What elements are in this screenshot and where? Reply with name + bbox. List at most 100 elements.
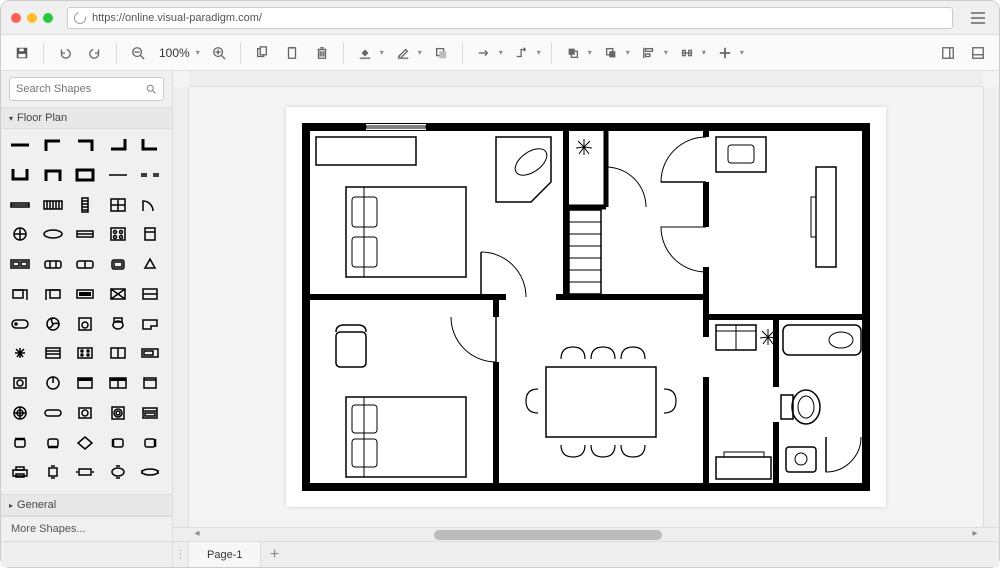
shape-stairs-v[interactable] (72, 195, 98, 215)
window-maximize-dot[interactable] (43, 13, 53, 23)
scroll-right-button[interactable]: ▸ (967, 528, 983, 541)
window-close-dot[interactable] (11, 13, 21, 23)
category-general[interactable]: ▸General (1, 494, 172, 516)
waypoint-button[interactable] (509, 40, 535, 66)
shape-door-arc[interactable] (137, 195, 163, 215)
shape-sink-round[interactable] (72, 403, 98, 423)
shape-plant[interactable] (7, 343, 33, 363)
shape-fan[interactable] (40, 314, 66, 334)
address-bar[interactable]: https://online.visual-paradigm.com/ (67, 7, 953, 29)
canvas[interactable] (189, 87, 983, 527)
save-button[interactable] (9, 40, 35, 66)
line-dropdown-icon[interactable]: ▾ (418, 48, 424, 57)
search-field[interactable] (16, 83, 106, 95)
align-dropdown-icon[interactable]: ▾ (664, 48, 670, 57)
shape-table-oval[interactable] (40, 224, 66, 244)
shape-closet[interactable] (137, 373, 163, 393)
fill-color-button[interactable] (352, 40, 378, 66)
shape-wall-h[interactable] (7, 135, 33, 155)
zoom-out-button[interactable] (125, 40, 151, 66)
shape-chair-bottom[interactable] (40, 433, 66, 453)
shape-piano[interactable] (137, 314, 163, 334)
shape-armchair[interactable] (105, 254, 131, 274)
to-front-button[interactable] (560, 40, 586, 66)
zoom-dropdown-icon[interactable]: ▾ (196, 48, 202, 57)
back-dropdown-icon[interactable]: ▾ (626, 48, 632, 57)
more-shapes-link[interactable]: More Shapes... (1, 516, 172, 541)
paste-button[interactable] (279, 40, 305, 66)
shape-chair-top[interactable] (7, 433, 33, 453)
shape-chair-left[interactable] (105, 433, 131, 453)
shape-shelf[interactable] (137, 284, 163, 304)
copy-button[interactable] (249, 40, 275, 66)
shape-wall-corner-bl[interactable] (137, 135, 163, 155)
shape-wall-corner-tr[interactable] (105, 135, 131, 155)
waypoint-dropdown-icon[interactable]: ▾ (537, 48, 543, 57)
shape-washer[interactable] (72, 314, 98, 334)
shape-bathtub[interactable] (7, 314, 33, 334)
shape-wall-thin[interactable] (105, 165, 131, 185)
shape-microwave[interactable] (137, 343, 163, 363)
shape-table-oval-chairs[interactable] (137, 462, 163, 482)
outline-panel-button[interactable] (965, 40, 991, 66)
shape-stove[interactable] (105, 224, 131, 244)
zoom-in-button[interactable] (206, 40, 232, 66)
category-floorplan[interactable]: ▾Floor Plan (1, 107, 172, 129)
shape-wall-corner-tl[interactable] (40, 135, 66, 155)
shape-bed-corner[interactable] (7, 284, 33, 304)
shape-desk[interactable] (72, 224, 98, 244)
floorplan-drawing[interactable] (286, 107, 886, 507)
shape-bed-double[interactable] (105, 373, 131, 393)
shape-door-grid[interactable] (105, 195, 131, 215)
shape-window[interactable] (7, 195, 33, 215)
shape-spiral[interactable] (7, 403, 33, 423)
shadow-button[interactable] (428, 40, 454, 66)
shape-sink-double[interactable] (7, 254, 33, 274)
shape-room[interactable] (72, 165, 98, 185)
shape-sofa[interactable] (40, 254, 66, 274)
to-back-button[interactable] (598, 40, 624, 66)
insert-dropdown-icon[interactable]: ▾ (740, 48, 746, 57)
align-button[interactable] (636, 40, 662, 66)
scroll-thumb[interactable] (434, 530, 663, 540)
shape-revolving-door[interactable] (7, 224, 33, 244)
line-color-button[interactable] (390, 40, 416, 66)
redo-button[interactable] (82, 40, 108, 66)
delete-button[interactable] (309, 40, 335, 66)
shape-cross-box[interactable] (105, 284, 131, 304)
shape-wall-u-up[interactable] (40, 165, 66, 185)
shape-chair-right[interactable] (137, 433, 163, 453)
shape-dresser[interactable] (40, 343, 66, 363)
hamburger-menu-button[interactable] (967, 7, 989, 29)
tab-menu-button[interactable]: ⋮ (173, 542, 189, 567)
shape-opening[interactable] (137, 165, 163, 185)
shape-switch[interactable] (40, 373, 66, 393)
front-dropdown-icon[interactable]: ▾ (588, 48, 594, 57)
shape-wall-u-down[interactable] (7, 165, 33, 185)
shape-dryer[interactable] (105, 403, 131, 423)
format-panel-button[interactable] (935, 40, 961, 66)
fill-dropdown-icon[interactable]: ▾ (380, 48, 386, 57)
shape-dishwasher[interactable] (137, 403, 163, 423)
scroll-left-button[interactable]: ◂ (189, 528, 205, 541)
shape-toilet[interactable] (105, 314, 131, 334)
shape-stairs-h[interactable] (40, 195, 66, 215)
shape-search-input[interactable] (9, 77, 164, 101)
shape-range[interactable] (72, 343, 98, 363)
shape-table-chairs-h[interactable] (72, 462, 98, 482)
shape-lamp[interactable] (137, 254, 163, 274)
drawing-page[interactable] (286, 107, 886, 507)
shape-wall-corner-br[interactable] (72, 135, 98, 155)
distribute-button[interactable] (674, 40, 700, 66)
shape-chair-diamond[interactable] (72, 433, 98, 453)
shape-sofa2[interactable] (72, 254, 98, 274)
shape-tv[interactable] (72, 284, 98, 304)
shape-printer[interactable] (7, 462, 33, 482)
shape-outlet[interactable] (7, 373, 33, 393)
shape-fridge[interactable] (137, 224, 163, 244)
window-minimize-dot[interactable] (27, 13, 37, 23)
conn-dropdown-icon[interactable]: ▾ (499, 48, 505, 57)
shape-cabinet[interactable] (105, 343, 131, 363)
refresh-icon[interactable] (72, 9, 88, 25)
page-tab-1[interactable]: Page-1 (189, 542, 261, 567)
